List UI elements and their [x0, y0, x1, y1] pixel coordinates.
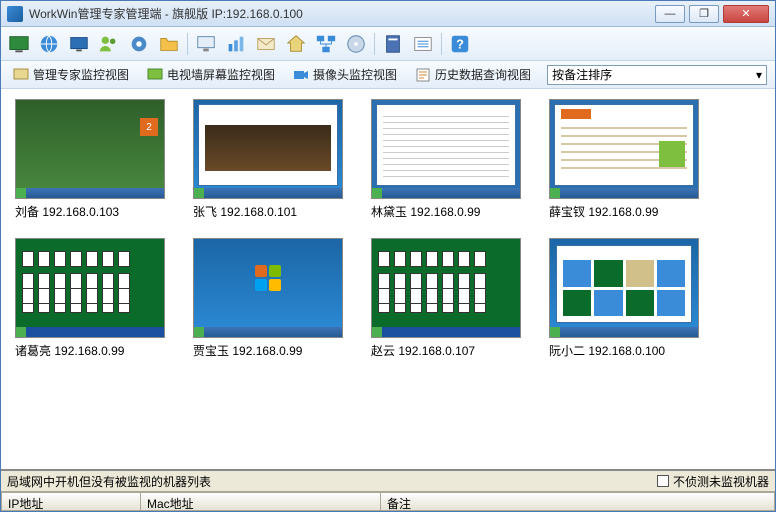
tab-history-view[interactable]: 历史数据查询视图 — [409, 64, 537, 85]
tab-label: 摄像头监控视图 — [313, 66, 397, 83]
titlebar[interactable]: WorkWin管理专家管理端 - 旗舰版 IP:192.168.0.100 — … — [1, 1, 775, 27]
screenshot-icon: 2 — [15, 99, 165, 199]
client-thumbnail[interactable]: 薛宝钗 192.168.0.99 — [549, 99, 699, 220]
screenshot-icon — [15, 238, 165, 338]
help-icon[interactable]: ? — [448, 32, 472, 56]
screenshot-icon — [549, 99, 699, 199]
client-name: 赵云 — [371, 344, 395, 358]
tv-icon — [147, 67, 163, 83]
computer-icon[interactable] — [194, 32, 218, 56]
client-name: 阮小二 — [549, 344, 585, 358]
chart-icon[interactable] — [224, 32, 248, 56]
tab-label: 管理专家监控视图 — [33, 66, 129, 83]
home-icon[interactable] — [284, 32, 308, 56]
users-icon[interactable] — [97, 32, 121, 56]
screenshot-icon — [371, 99, 521, 199]
tab-camera-view[interactable]: 摄像头监控视图 — [287, 64, 403, 85]
folder-icon[interactable] — [157, 32, 181, 56]
settings-icon[interactable] — [127, 32, 151, 56]
client-thumbnail[interactable]: 阮小二 192.168.0.100 — [549, 238, 699, 359]
table-header: IP地址 Mac地址 备注 — [1, 491, 775, 511]
client-ip: 192.168.0.99 — [410, 205, 480, 219]
list-icon[interactable] — [411, 32, 435, 56]
monitor-icon — [13, 67, 29, 83]
client-name: 薛宝钗 — [549, 205, 585, 219]
tab-manager-view[interactable]: 管理专家监控视图 — [7, 64, 135, 85]
client-name: 贾宝玉 — [193, 344, 229, 358]
screenshot-icon — [193, 238, 343, 338]
screen-icon[interactable] — [67, 32, 91, 56]
sort-value: 按备注排序 — [552, 66, 612, 83]
client-ip: 192.168.0.107 — [398, 344, 475, 358]
col-ip[interactable]: IP地址 — [1, 492, 141, 511]
toolbar-separator — [441, 33, 442, 55]
client-name: 刘备 — [15, 205, 39, 219]
client-name: 诸葛亮 — [15, 344, 51, 358]
app-icon — [7, 6, 23, 22]
client-thumbnail[interactable]: 诸葛亮 192.168.0.99 — [15, 238, 165, 359]
maximize-button[interactable]: ❐ — [689, 5, 719, 23]
mail-icon[interactable] — [254, 32, 278, 56]
client-ip: 192.168.0.101 — [220, 205, 297, 219]
network-icon[interactable] — [314, 32, 338, 56]
screenshot-icon — [371, 238, 521, 338]
client-ip: 192.168.0.99 — [588, 205, 658, 219]
client-thumbnail[interactable]: 赵云 192.168.0.107 — [371, 238, 521, 359]
view-tab-bar: 管理专家监控视图 电视墙屏幕监控视图 摄像头监控视图 历史数据查询视图 按备注排… — [1, 61, 775, 89]
checkbox-icon — [657, 475, 669, 487]
svg-text:?: ? — [456, 36, 464, 51]
toolbar-separator — [187, 33, 188, 55]
history-icon — [415, 67, 431, 83]
client-ip: 192.168.0.100 — [588, 344, 665, 358]
unmonitored-panel: 局域网中开机但没有被监视的机器列表 不侦测未监视机器 IP地址 Mac地址 备注 — [1, 469, 775, 511]
monitor-icon[interactable] — [7, 32, 31, 56]
client-thumbnail[interactable]: 2 刘备 192.168.0.103 — [15, 99, 165, 220]
book-icon[interactable] — [381, 32, 405, 56]
panel-heading: 局域网中开机但没有被监视的机器列表 — [7, 473, 211, 490]
client-ip: 192.168.0.99 — [54, 344, 124, 358]
camera-icon — [293, 67, 309, 83]
main-toolbar: ? — [1, 27, 775, 61]
tab-label: 电视墙屏幕监控视图 — [167, 66, 275, 83]
title-text: WorkWin管理专家管理端 - 旗舰版 IP:192.168.0.100 — [29, 5, 655, 22]
checkbox-label: 不侦测未监视机器 — [673, 473, 769, 490]
tab-tvwall-view[interactable]: 电视墙屏幕监控视图 — [141, 64, 281, 85]
client-ip: 192.168.0.103 — [42, 205, 119, 219]
client-name: 林黛玉 — [371, 205, 407, 219]
close-button[interactable]: ✕ — [723, 5, 769, 23]
screenshot-icon — [549, 238, 699, 338]
col-mac[interactable]: Mac地址 — [141, 492, 381, 511]
toolbar-separator — [374, 33, 375, 55]
client-thumbnail[interactable]: 张飞 192.168.0.101 — [193, 99, 343, 220]
chevron-down-icon: ▾ — [756, 68, 762, 82]
client-ip: 192.168.0.99 — [232, 344, 302, 358]
globe-icon[interactable] — [37, 32, 61, 56]
client-thumbnail[interactable]: 贾宝玉 192.168.0.99 — [193, 238, 343, 359]
detect-checkbox[interactable]: 不侦测未监视机器 — [657, 473, 769, 490]
minimize-button[interactable]: — — [655, 5, 685, 23]
client-thumbnail[interactable]: 林黛玉 192.168.0.99 — [371, 99, 521, 220]
sort-dropdown[interactable]: 按备注排序 ▾ — [547, 65, 767, 85]
app-window: WorkWin管理专家管理端 - 旗舰版 IP:192.168.0.100 — … — [0, 0, 776, 512]
thumbnail-grid-area: 2 刘备 192.168.0.103 张飞 192.168.0.101 林黛玉 … — [1, 89, 775, 469]
screenshot-icon — [193, 99, 343, 199]
disc-icon[interactable] — [344, 32, 368, 56]
tab-label: 历史数据查询视图 — [435, 66, 531, 83]
col-note[interactable]: 备注 — [381, 492, 775, 511]
client-name: 张飞 — [193, 205, 217, 219]
